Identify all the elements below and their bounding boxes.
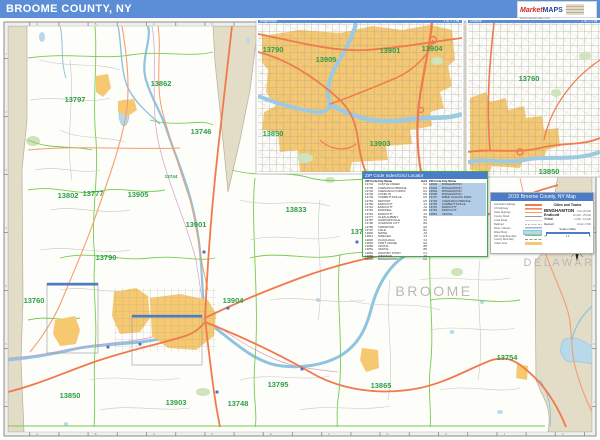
zip-label: 13901	[186, 220, 207, 229]
zip-label: 13744	[165, 174, 178, 179]
logo-fineprint-block	[566, 4, 584, 15]
zip-label: 13903	[166, 398, 187, 407]
zip-label: 13760	[519, 74, 540, 83]
grid-letter: A	[36, 22, 38, 26]
zip-label: 13903	[370, 139, 391, 148]
grid-letter: E	[270, 432, 272, 436]
locator-row: 13851VESTAL	[429, 213, 486, 216]
zip-label: 13850	[539, 167, 560, 176]
zip-index-locator-box: ZIP Code Index/Grid Locator ZIP CodeCity…	[362, 171, 488, 257]
zip-label: 13865	[371, 381, 392, 390]
local-swatch	[525, 219, 542, 222]
legend-cities-column: Cities and Towns BINGHAMTONOver 25,000En…	[542, 203, 591, 246]
legend-title: 2015 Broome County, NY Map	[491, 193, 593, 201]
zip-label: 13802	[58, 191, 79, 200]
zip-label: 13904	[223, 296, 245, 305]
zip-label: 13746	[191, 127, 212, 136]
zip-label: 13850	[60, 391, 81, 400]
zip-swatch	[525, 235, 542, 238]
legend-box: 2015 Broome County, NY Map Interstate Hi…	[490, 192, 594, 254]
city-size-row: DepositUnder 2,500	[544, 222, 591, 227]
grid-letter: B	[95, 432, 97, 436]
zip-label: 13748	[228, 399, 249, 408]
zip-label: 13901	[380, 46, 401, 55]
scale-bar: Scale in Miles 02.55	[544, 228, 591, 238]
zip-label: 13905	[316, 55, 337, 64]
zip-label: 13754	[497, 353, 519, 362]
grid-letter: D	[211, 432, 213, 436]
locator-row: 13901BINGHAMTOND4	[365, 258, 427, 261]
grid-letter: F	[328, 432, 330, 436]
grid-letter: H	[445, 432, 447, 436]
zip-label: 13833	[286, 205, 307, 214]
zip-label: 13790	[96, 253, 117, 262]
legend-symbol-list: Interstate HighwayUS HighwayState Highwa…	[494, 203, 542, 246]
page-title: BROOME COUNTY, NY	[6, 3, 132, 15]
grid-letter: C	[153, 22, 155, 26]
interstate-swatch	[525, 203, 542, 206]
county-label: DELAWARE	[524, 257, 600, 269]
legend-item: Urban Area	[494, 242, 542, 246]
state-swatch	[525, 211, 542, 214]
inset-endicott: Endicott 1 in. = 1 mi. 1376013850	[466, 16, 600, 177]
zip-label: 13790	[263, 45, 284, 54]
locator-table-right: ZIP CodeCity Name13902BINGHAMTON13903BIN…	[429, 180, 486, 261]
logo-tagline: www.marketmaps.com	[520, 17, 563, 20]
grid-letter: C	[153, 432, 155, 436]
logo-word-maps: MAPS	[543, 7, 563, 14]
inset-binghamton: Binghamton 1 in. = 1 mi.	[256, 16, 464, 174]
marketmaps-logo: MarketMAPS www.marketmaps.com	[517, 1, 597, 18]
county-swatch	[525, 215, 542, 218]
zip-label: 13850	[263, 129, 284, 138]
grid-letter: B	[95, 22, 97, 26]
title-bar: BROOME COUNTY, NY MarketMAPS www.marketm…	[0, 0, 600, 20]
us-swatch	[525, 207, 542, 210]
zip-label: 13777	[83, 189, 104, 198]
zip-label: 13795	[268, 380, 289, 389]
logo-word-market: Market	[520, 7, 543, 14]
zip-label: 13862	[151, 79, 172, 88]
grid-letter: A	[36, 432, 38, 436]
urban-swatch	[525, 242, 542, 245]
map-page: 13797 13862 13746 13744 13802 13777 13905 13901…	[0, 0, 600, 440]
grid-letter: D	[211, 22, 213, 26]
railroad-swatch	[525, 223, 542, 226]
grid-letter: G	[387, 432, 389, 436]
scale-label: Scale in Miles	[544, 228, 591, 231]
countyb-swatch	[525, 238, 542, 241]
locator-table-left: ZIP CodeCity NameGrid13744CASTLE CREEKC2…	[365, 180, 427, 261]
zip-label: 13760	[24, 296, 45, 305]
zip-label: 13905	[128, 190, 149, 199]
grid-letter: K	[562, 432, 564, 436]
zip-label: 13904	[422, 44, 444, 53]
county-label: BROOME	[395, 283, 472, 299]
zip-label: 13797	[65, 95, 86, 104]
locator-title: ZIP Code Index/Grid Locator	[363, 172, 487, 179]
